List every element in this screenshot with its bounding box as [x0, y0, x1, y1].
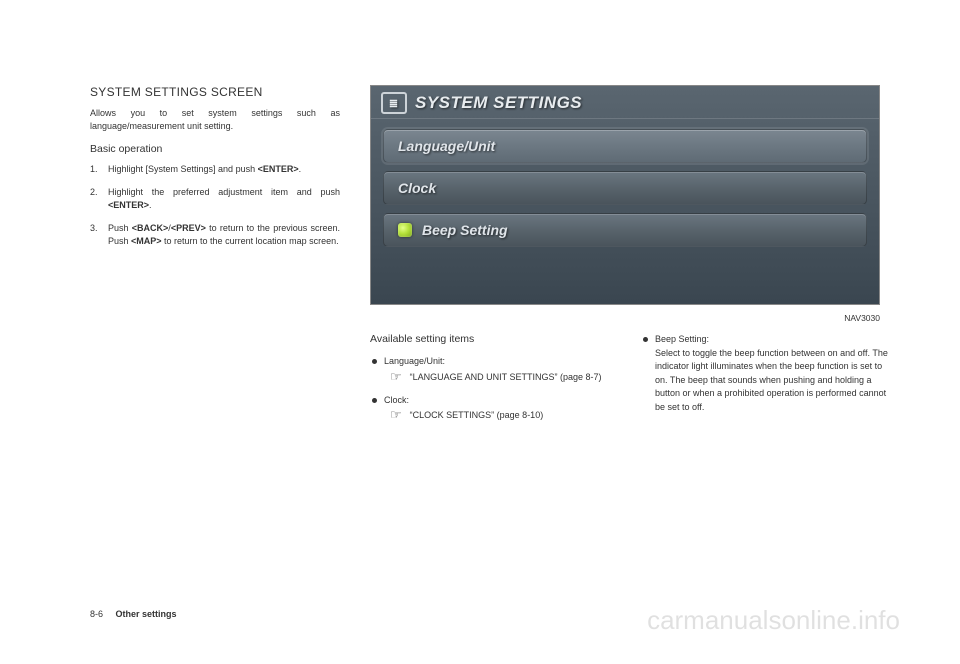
- pointing-hand-icon: ☞: [390, 370, 402, 383]
- menu-item-beep-setting[interactable]: Beep Setting: [383, 213, 867, 247]
- system-settings-screenshot: ≣ SYSTEM SETTINGS Language/Unit Clock Be…: [370, 85, 880, 305]
- available-item-beep: Beep Setting: Select to toggle the beep …: [641, 333, 888, 414]
- steps-list: Highlight [System Settings] and push <EN…: [90, 163, 340, 248]
- available-item-language: Language/Unit: ☞ “LANGUAGE AND UNIT SETT…: [370, 355, 617, 384]
- available-items-list-right: Beep Setting: Select to toggle the beep …: [641, 333, 888, 414]
- item-label: Clock:: [384, 395, 409, 405]
- item-label: Beep Setting:: [655, 334, 709, 344]
- beep-description: Select to toggle the beep function betwe…: [655, 348, 888, 412]
- section-name: Other settings: [116, 609, 177, 619]
- screenshot-menu: Language/Unit Clock Beep Setting: [371, 119, 879, 247]
- menu-item-label: Beep Setting: [422, 222, 508, 238]
- cross-reference: “CLOCK SETTINGS” (page 8-10): [410, 409, 617, 422]
- step-1: Highlight [System Settings] and push <EN…: [90, 163, 340, 176]
- basic-operation-heading: Basic operation: [90, 143, 340, 155]
- screenshot-header: ≣ SYSTEM SETTINGS: [371, 86, 879, 119]
- step-2-text-c: .: [149, 200, 152, 210]
- screenshot-title: SYSTEM SETTINGS: [415, 93, 582, 113]
- step-3-text-g: to return to the current location map sc…: [162, 236, 339, 246]
- step-3-text-a: Push: [108, 223, 132, 233]
- step-1-text-c: .: [299, 164, 302, 174]
- menu-item-clock[interactable]: Clock: [383, 171, 867, 205]
- available-items-heading: Available setting items: [370, 333, 617, 345]
- menu-item-label: Clock: [398, 180, 436, 196]
- menu-item-label: Language/Unit: [398, 138, 495, 154]
- step-3: Push <BACK>/<PREV> to return to the prev…: [90, 222, 340, 248]
- step-1-text-a: Highlight [System Settings] and push: [108, 164, 258, 174]
- pointing-hand-icon: ☞: [390, 408, 402, 421]
- available-item-clock: Clock: ☞ “CLOCK SETTINGS” (page 8-10): [370, 394, 617, 423]
- step-2-text-a: Highlight the preferred adjustment item …: [108, 187, 340, 197]
- menu-item-language-unit[interactable]: Language/Unit: [383, 129, 867, 163]
- map-key: <MAP>: [131, 236, 162, 246]
- page-number: 8-6: [90, 609, 103, 619]
- prev-key: <PREV>: [171, 223, 206, 233]
- back-key: <BACK>: [132, 223, 169, 233]
- available-items-list: Language/Unit: ☞ “LANGUAGE AND UNIT SETT…: [370, 355, 617, 422]
- indicator-light-icon: [398, 223, 412, 237]
- figure-id: NAV3030: [844, 313, 880, 323]
- enter-key: <ENTER>: [258, 164, 299, 174]
- section-heading: SYSTEM SETTINGS SCREEN: [90, 85, 340, 99]
- step-2: Highlight the preferred adjustment item …: [90, 186, 340, 212]
- intro-text: Allows you to set system settings such a…: [90, 107, 340, 133]
- cross-reference: “LANGUAGE AND UNIT SETTINGS” (page 8-7): [410, 371, 617, 384]
- page-footer: 8-6 Other settings: [90, 609, 177, 619]
- item-label: Language/Unit:: [384, 356, 445, 366]
- settings-sliders-icon: ≣: [381, 92, 407, 114]
- enter-key: <ENTER>: [108, 200, 149, 210]
